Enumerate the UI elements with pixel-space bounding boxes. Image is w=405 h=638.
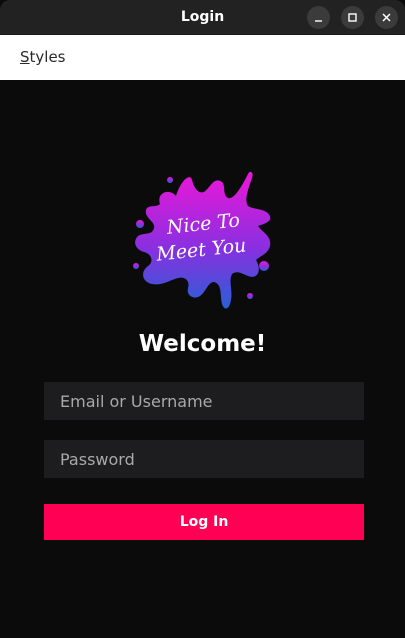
login-window: Login Styles Nice To Meet You Welcome! E… (0, 0, 405, 638)
menu-styles[interactable]: Styles (20, 48, 66, 66)
paint-splash-logo: Nice To Meet You (133, 171, 271, 309)
minimize-button[interactable] (307, 6, 330, 29)
welcome-heading: Welcome! (138, 331, 267, 357)
close-icon (382, 13, 391, 22)
email-field[interactable] (44, 382, 364, 420)
close-button[interactable] (375, 6, 398, 29)
menu-bar: Styles (0, 35, 405, 80)
maximize-button[interactable] (341, 6, 364, 29)
minimize-icon (315, 20, 322, 22)
login-button[interactable]: Log In (44, 504, 364, 540)
title-bar[interactable]: Login (0, 0, 405, 35)
maximize-icon (348, 13, 357, 22)
password-field[interactable] (44, 440, 364, 478)
